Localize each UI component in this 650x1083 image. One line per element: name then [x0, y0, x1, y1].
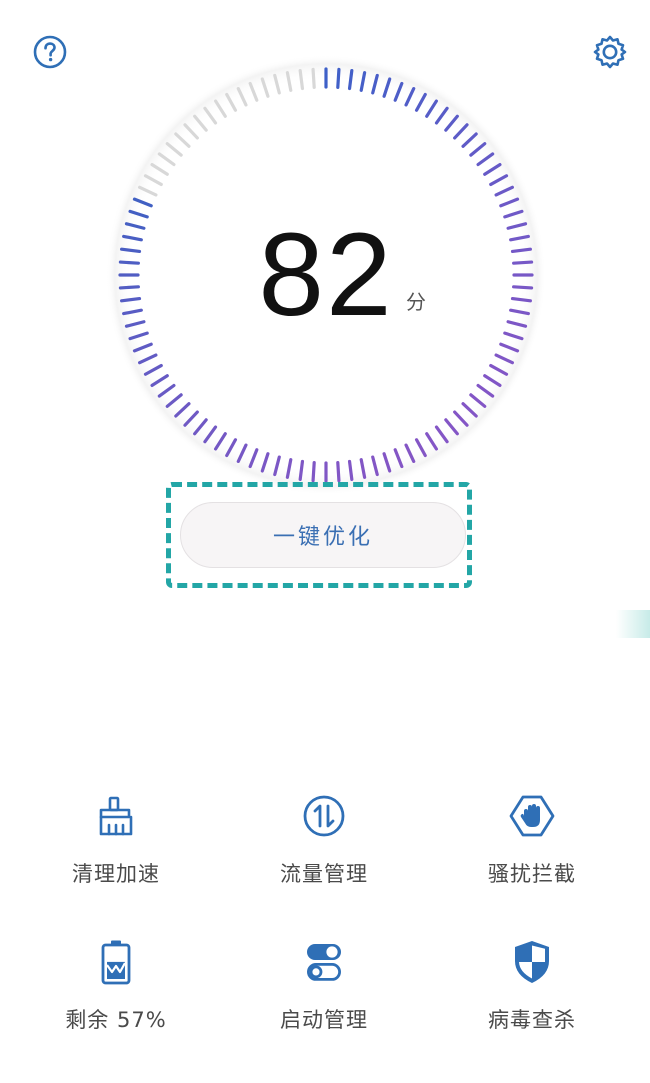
dial-tick-active — [118, 285, 140, 290]
tool-battery[interactable]: 剩余 57% — [16, 938, 216, 1058]
dial-tick-active — [510, 296, 532, 303]
tool-virus-scan[interactable]: 病毒查杀 — [432, 938, 632, 1058]
dial-tick-active — [298, 459, 305, 481]
battery-icon — [92, 938, 140, 986]
tool-label: 骚扰拦截 — [488, 862, 576, 886]
startup-toggle-icon — [300, 938, 348, 986]
settings-icon[interactable] — [588, 30, 632, 74]
tool-label: 剩余 57% — [65, 1008, 167, 1032]
tool-startup[interactable]: 启动管理 — [224, 938, 424, 1058]
dial-tick-active — [336, 461, 341, 483]
data-traffic-icon — [300, 792, 348, 840]
dial-tick-active — [512, 285, 534, 290]
dial-tick-active — [120, 247, 142, 254]
tool-label: 流量管理 — [280, 862, 368, 886]
dial-tick-active — [118, 260, 140, 265]
dial-tick-active — [510, 247, 532, 254]
tool-cleanup[interactable]: 清理加速 — [16, 792, 216, 912]
dial-tick-active — [336, 67, 341, 89]
tool-data-traffic[interactable]: 流量管理 — [224, 792, 424, 912]
edge-panel-handle[interactable] — [616, 610, 650, 638]
hand-block-icon — [508, 792, 556, 840]
dial-tick-active — [347, 69, 354, 91]
tool-label: 清理加速 — [72, 862, 160, 886]
dial-tick-active — [120, 296, 142, 303]
dial-tick-inactive — [311, 67, 316, 89]
optimize-button[interactable]: 一键优化 — [180, 502, 466, 568]
dial-tick-inactive — [298, 69, 305, 91]
score-unit: 分 — [406, 290, 426, 314]
dial-ring — [106, 55, 546, 495]
shield-icon — [508, 938, 556, 986]
dial-tick-active — [512, 260, 534, 265]
dial-tick-active — [311, 461, 316, 483]
tool-harass-block[interactable]: 骚扰拦截 — [432, 792, 632, 912]
broom-icon — [92, 792, 140, 840]
tool-label: 病毒查杀 — [488, 1008, 576, 1032]
help-icon[interactable] — [28, 30, 72, 74]
tool-label: 启动管理 — [280, 1008, 368, 1032]
dial-tick-active — [347, 459, 354, 481]
score-dial — [106, 55, 546, 495]
